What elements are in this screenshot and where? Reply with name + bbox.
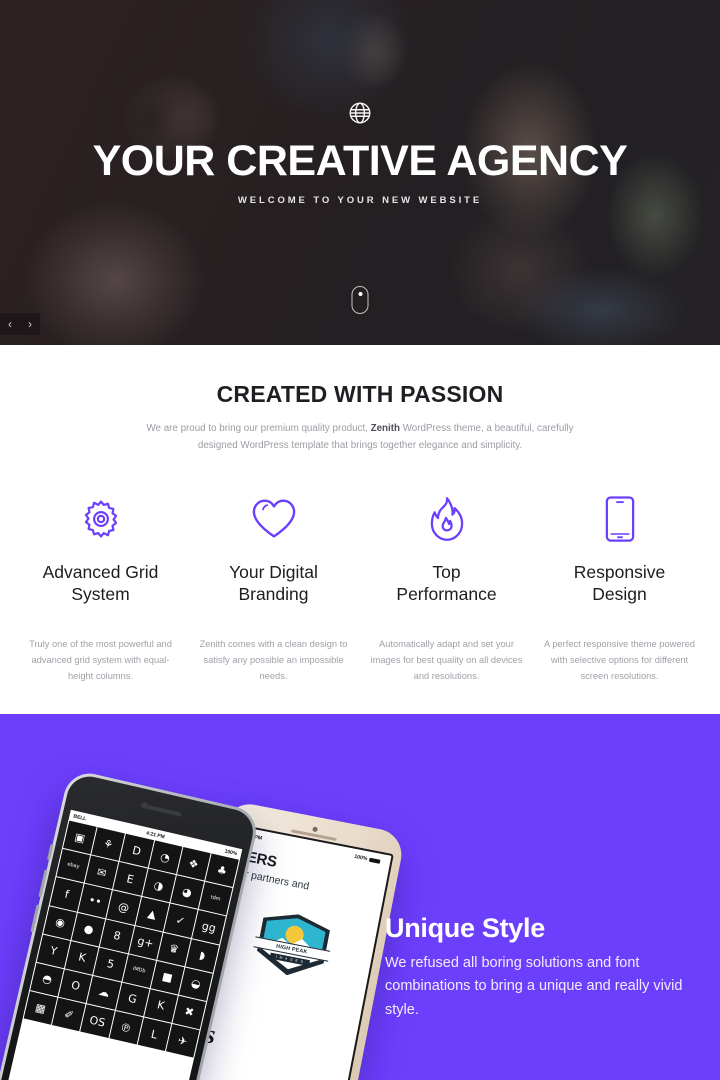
hero-subtitle: WELCOME TO YOUR NEW WEBSITE: [237, 195, 483, 206]
scroll-mouse-icon[interactable]: [351, 286, 369, 314]
unique-style-text: We refused all boring solutions and font…: [385, 954, 683, 1018]
flame-icon: [430, 494, 464, 544]
feature-card-title: Top Performance: [396, 562, 497, 604]
carousel-prev-button[interactable]: ‹: [0, 313, 20, 335]
feature-card-text: Truly one of the most powerful and advan…: [29, 638, 172, 681]
feature-card-title: Your Digital Branding: [229, 562, 318, 604]
unique-style-copy: Unique Style We refused all boring solut…: [385, 913, 685, 1022]
feature-card-text: Zenith comes with a clean design to sati…: [199, 638, 348, 681]
phone-mockups: 4:21 PM 100% NERS our partners and HIGH …: [0, 714, 420, 1080]
globe-icon: [347, 100, 373, 126]
features-description-brand: Zenith: [370, 423, 401, 434]
phone-camera-icon: [312, 826, 319, 833]
feature-card-advanced-grid-system: Advanced Grid System Truly one of the mo…: [14, 494, 187, 685]
battery-icon: [368, 857, 381, 865]
feature-card-text: Automatically adapt and set your images …: [370, 638, 523, 681]
unique-style-section: 4:21 PM 100% NERS our partners and HIGH …: [0, 714, 720, 1080]
features-title: CREATED WITH PASSION: [216, 381, 504, 407]
heart-icon: [251, 494, 297, 544]
feature-card-text: A perfect responsive theme powered with …: [544, 638, 695, 681]
gear-icon: [79, 494, 123, 544]
feature-card-list: Advanced Grid System Truly one of the mo…: [0, 494, 720, 685]
carousel-next-button[interactable]: ›: [20, 313, 40, 335]
feature-card-title: Advanced Grid System: [42, 562, 159, 604]
hero-section: YOUR CREATIVE AGENCY WELCOME TO YOUR NEW…: [0, 0, 720, 345]
feature-card-responsive-design: Responsive Design A perfect responsive t…: [533, 494, 706, 685]
icon-grid-cell: ✈: [165, 1023, 200, 1058]
feature-card-your-digital-branding: Your Digital Branding Zenith comes with …: [187, 494, 360, 685]
mobile-icon: [605, 494, 635, 544]
hero-title: YOUR CREATIVE AGENCY: [92, 137, 628, 185]
features-section: CREATED WITH PASSION We are proud to bri…: [0, 345, 720, 714]
features-description-part1: We are proud to bring our premium qualit…: [146, 423, 371, 434]
phone-status-battery-label: 100%: [353, 853, 368, 863]
features-description: We are proud to bring our premium qualit…: [140, 420, 580, 454]
hero-carousel-nav: ‹ ›: [0, 313, 40, 335]
unique-style-title: Unique Style: [385, 913, 545, 943]
high-peak-badge-logo: HIGH PEAK I M A G E S: [253, 908, 332, 982]
feature-card-top-performance: Top Performance Automatically adapt and …: [360, 494, 533, 685]
feature-card-title: Responsive Design: [573, 562, 666, 604]
